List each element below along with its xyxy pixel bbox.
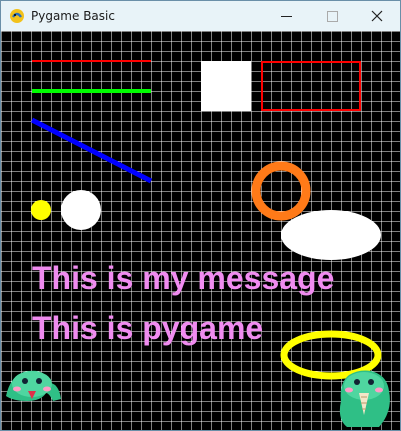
white-circle [61, 190, 101, 230]
minimize-icon [280, 15, 292, 17]
minimize-button[interactable] [263, 1, 309, 31]
white-square [201, 61, 251, 111]
close-button[interactable] [354, 1, 400, 31]
pygame-snake-icon [10, 9, 24, 23]
game-canvas[interactable]: This is my message This is pygame [1, 31, 400, 430]
game-window: Pygame Basic This is my message This is … [0, 0, 401, 431]
maximize-icon [326, 10, 338, 22]
window-title: Pygame Basic [31, 9, 115, 23]
white-ellipse [281, 210, 381, 260]
maximize-button[interactable] [309, 1, 355, 31]
snake-sprite-right [339, 370, 390, 427]
scene-svg [1, 31, 400, 430]
yellow-dot [31, 200, 51, 220]
title-bar[interactable]: Pygame Basic [1, 1, 400, 31]
message-text-2: This is pygame [32, 310, 264, 346]
close-icon [371, 10, 383, 22]
message-text-1: This is my message [32, 260, 335, 296]
